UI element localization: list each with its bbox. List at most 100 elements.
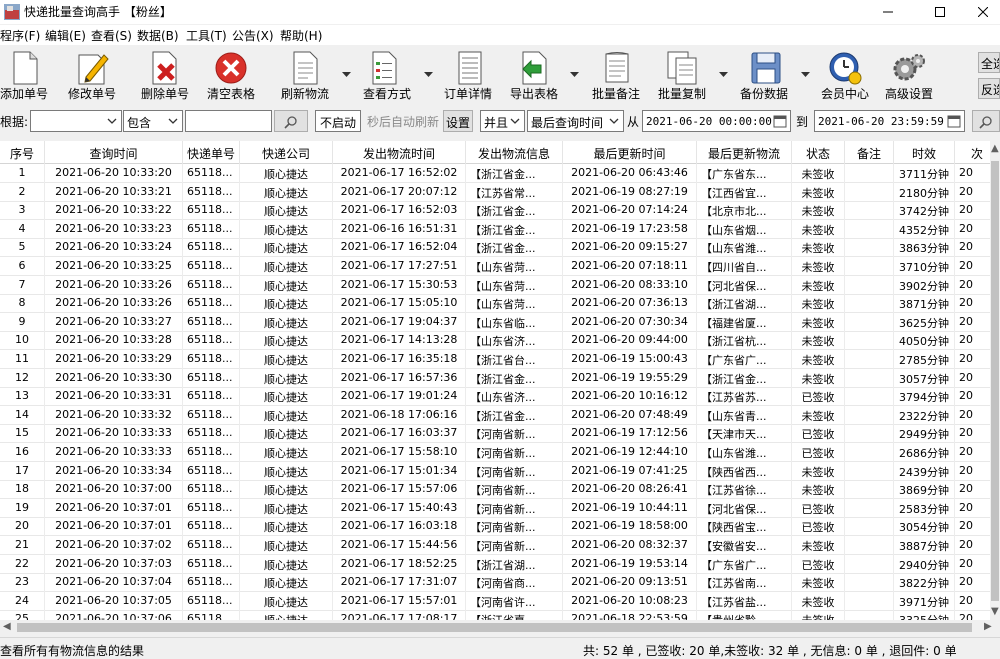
table-row[interactable]: 15 2021-06-20 10:33:33 65118... 顺心捷达 2021-06… (0, 424, 990, 444)
document-add-icon (13, 51, 38, 85)
menu-notice[interactable]: 公告(X) (232, 27, 274, 44)
refresh-logistics-button[interactable]: 刷新物流 (280, 48, 351, 101)
header-col-note[interactable]: 备注 (845, 141, 894, 164)
header-col-query-time[interactable]: 查询时间 (45, 141, 183, 164)
vertical-scroll-thumb[interactable] (991, 161, 999, 601)
scroll-right-icon[interactable]: ▶ (984, 621, 992, 632)
scroll-down-icon[interactable]: ▼ (991, 606, 999, 617)
table-row[interactable]: 5 2021-06-20 10:33:24 65118... 顺心捷达 2021-06-… (0, 238, 990, 258)
close-button[interactable] (960, 0, 1000, 24)
member-center-button[interactable]: 会员中心 (820, 48, 872, 101)
col-duration-cell: 3325分钟 (894, 610, 955, 620)
to-date-picker[interactable]: 2021-06-20 23:59:59 (814, 110, 965, 132)
table-row[interactable]: 20 2021-06-20 10:37:01 65118... 顺心捷达 2021-06… (0, 517, 990, 537)
table-row[interactable]: 7 2021-06-20 10:33:26 65118... 顺心捷达 2021-06-… (0, 275, 990, 295)
table-row[interactable]: 252021-06-20 10:37:0665118...顺心捷达2021-06… (0, 610, 990, 620)
scroll-left-icon[interactable]: ◀ (3, 621, 11, 632)
menu-program[interactable]: 程序(F) (0, 27, 40, 44)
dropdown-arrow-icon[interactable] (342, 72, 351, 78)
batch-note-button[interactable]: 批量备注 (591, 48, 643, 101)
header-col-last-update-info[interactable]: 最后更新物流 (697, 141, 792, 164)
table-row[interactable]: 2 2021-06-20 10:33:21 65118... 顺心捷达 2021-06-… (0, 182, 990, 202)
export-table-button[interactable]: 导出表格 (509, 48, 581, 101)
header-col-last-update-time[interactable]: 最后更新时间 (563, 141, 697, 164)
table-row[interactable]: 9 2021-06-20 10:33:27 65118... 顺心捷达 2021-06-… (0, 312, 990, 332)
header-col-ship-info[interactable]: 发出物流信息 (466, 141, 563, 164)
col-tracking-no-cell: 65118... (183, 350, 240, 369)
settings-button[interactable]: 设置 (443, 110, 473, 132)
calendar-icon[interactable] (773, 114, 787, 128)
table-row[interactable]: 13 2021-06-20 10:33:31 65118... 顺心捷达 2021-06… (0, 387, 990, 407)
time-field-select[interactable]: 最后查询时间 (527, 110, 624, 132)
backup-data-button[interactable]: 备份数据 (738, 48, 810, 101)
calendar-icon[interactable] (947, 114, 961, 128)
minimize-button[interactable] (865, 0, 911, 24)
scroll-up-icon[interactable]: ▲ (991, 143, 999, 154)
table-row[interactable]: 6 2021-06-20 10:33:25 65118... 顺心捷达 2021-06-… (0, 257, 990, 276)
header-col-extra[interactable]: 次 (955, 141, 990, 164)
menu-view[interactable]: 查看(S) (91, 27, 132, 44)
dropdown-arrow-icon[interactable] (719, 72, 728, 78)
menu-edit[interactable]: 编辑(E) (45, 27, 86, 44)
vertical-scrollbar[interactable]: ▲ ▼ (990, 141, 1000, 620)
chevron-down-icon (510, 118, 520, 124)
date-search-button[interactable] (972, 110, 1000, 132)
col-note-cell (845, 294, 894, 314)
table-row[interactable]: 12 2021-06-20 10:33:30 65118... 顺心捷达 2021-06… (0, 368, 990, 388)
dropdown-arrow-icon[interactable] (570, 72, 579, 78)
table-row[interactable]: 24 2021-06-20 10:37:05 65118... 顺心捷达 2021-06… (0, 591, 990, 611)
header-col-ship-time[interactable]: 发出物流时间 (333, 141, 466, 164)
header-col-status[interactable]: 状态 (792, 141, 845, 164)
table-row[interactable]: 1 2021-06-20 10:33:20 65118... 顺心捷达 2021-06-… (0, 164, 990, 183)
col-ship-time-cell: 2021-06-17 15:58:10 (333, 443, 466, 462)
view-mode-button[interactable]: 查看方式 (362, 48, 434, 101)
table-row[interactable]: 18 2021-06-20 10:37:00 65118... 顺心捷达 2021-06… (0, 480, 990, 500)
advanced-settings-button[interactable]: 高级设置 (884, 48, 936, 101)
dropdown-arrow-icon[interactable] (424, 72, 433, 78)
col-duration-cell: 4050分钟 (894, 331, 955, 351)
order-detail-button[interactable]: 订单详情 (443, 48, 497, 101)
table-row[interactable]: 4 2021-06-20 10:33:23 65118... 顺心捷达 2021-06-… (0, 219, 990, 239)
menu-data[interactable]: 数据(B) (137, 27, 179, 44)
table-row[interactable]: 23 2021-06-20 10:37:04 65118... 顺心捷达 2021-06… (0, 573, 990, 593)
batch-copy-button[interactable]: 批量复制 (658, 48, 728, 101)
menu-tools[interactable]: 工具(T) (186, 27, 227, 44)
logic-select[interactable]: 并且 (480, 110, 525, 132)
maximize-button[interactable] (917, 0, 963, 24)
filter-field-select[interactable] (30, 110, 122, 132)
edit-tracking-button[interactable]: 修改单号 (66, 48, 118, 101)
from-date-picker[interactable]: 2021-06-20 00:00:00 (642, 110, 791, 132)
table-row[interactable]: 11 2021-06-20 10:33:29 65118... 顺心捷达 2021-06… (0, 350, 990, 369)
table-row[interactable]: 14 2021-06-20 10:33:32 65118... 顺心捷达 2021-06… (0, 405, 990, 425)
header-col-index[interactable]: 序号 (0, 141, 45, 164)
table-row[interactable]: 10 2021-06-20 10:33:28 65118... 顺心捷达 2021-06… (0, 331, 990, 351)
dropdown-arrow-icon[interactable] (801, 72, 810, 78)
menu-help[interactable]: 帮助(H) (280, 27, 322, 44)
toolbar-label: 查看方式 (363, 87, 412, 101)
col-ship-time-cell: 2021-06-17 15:05:10 (333, 294, 466, 314)
col-index-cell: 3 (0, 201, 45, 221)
delete-tracking-button[interactable]: 删除单号 (140, 48, 190, 101)
header-col-tracking-no[interactable]: 快递单号 (183, 141, 240, 164)
table-row[interactable]: 22 2021-06-20 10:37:03 65118... 顺心捷达 2021-06… (0, 554, 990, 574)
table-row[interactable]: 19 2021-06-20 10:37:01 65118... 顺心捷达 2021-06… (0, 498, 990, 518)
invert-selection-button[interactable]: 反选 (978, 78, 1000, 99)
auto-refresh-toggle[interactable]: 不启动 (315, 110, 361, 132)
table-row[interactable]: 16 2021-06-20 10:33:33 65118... 顺心捷达 2021-06… (0, 443, 990, 462)
header-col-duration[interactable]: 时效 (894, 141, 955, 164)
clear-table-button[interactable]: 清空表格 (205, 48, 257, 101)
search-button[interactable] (274, 110, 308, 132)
table-row[interactable]: 17 2021-06-20 10:33:34 65118... 顺心捷达 2021-06… (0, 461, 990, 481)
header-col-courier[interactable]: 快递公司 (240, 141, 333, 164)
col-index-cell: 21 (0, 536, 45, 555)
filter-condition-select[interactable]: 包含 (123, 110, 183, 132)
table-row[interactable]: 8 2021-06-20 10:33:26 65118... 顺心捷达 2021-06-… (0, 294, 990, 314)
col-status-cell: 未签收 (792, 461, 845, 481)
add-tracking-button[interactable]: 添加单号 (0, 48, 50, 101)
horizontal-scrollbar[interactable]: ◀ ▶ (0, 620, 1000, 635)
table-row[interactable]: 3 2021-06-20 10:33:22 65118... 顺心捷达 2021-06-… (0, 201, 990, 221)
horizontal-scroll-thumb[interactable] (17, 623, 972, 632)
select-all-button[interactable]: 全选 (978, 52, 1000, 73)
table-row[interactable]: 21 2021-06-20 10:37:02 65118... 顺心捷达 2021-06… (0, 536, 990, 555)
filter-search-input[interactable] (185, 110, 272, 132)
